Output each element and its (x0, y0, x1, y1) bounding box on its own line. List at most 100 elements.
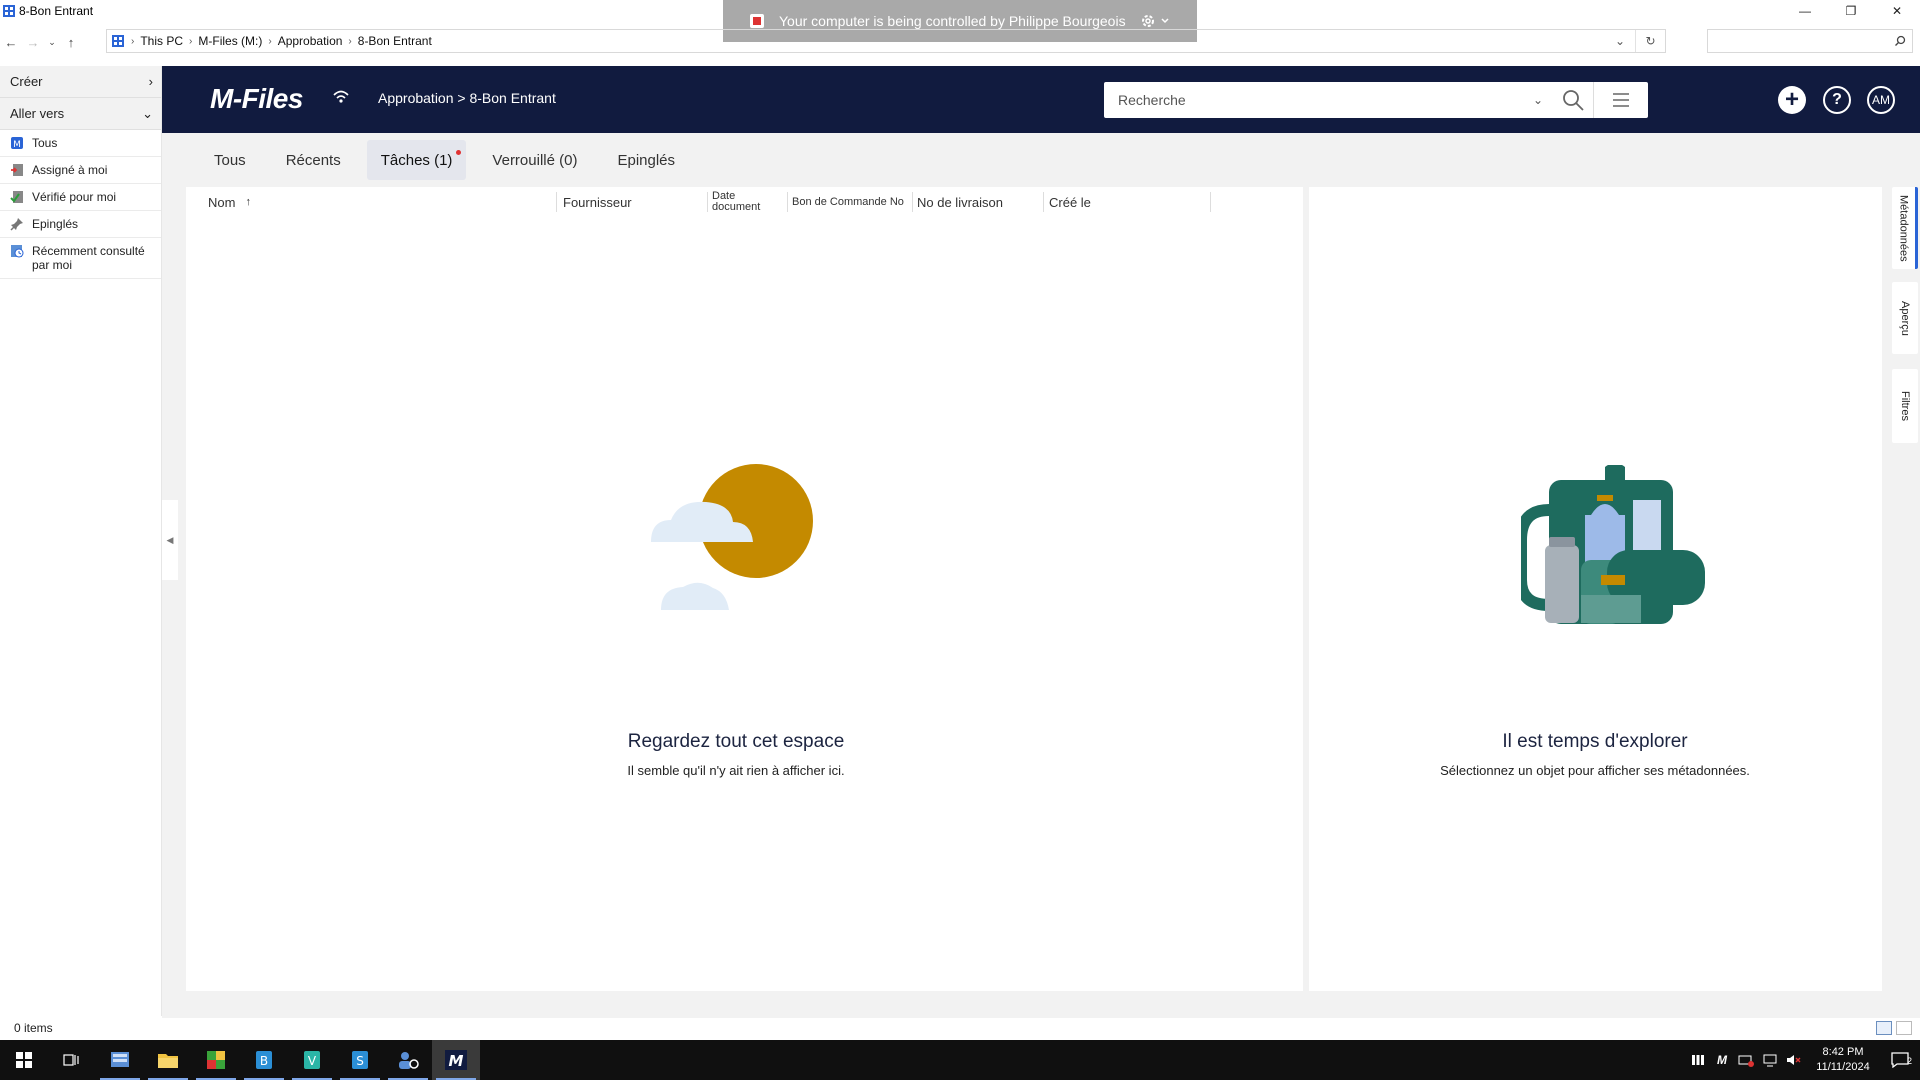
assigned-icon (11, 164, 23, 176)
column-separator[interactable] (707, 192, 708, 212)
taskbar-app-3[interactable]: V (288, 1040, 336, 1080)
status-bar: 0 items (0, 1018, 1920, 1038)
recent-icon (11, 245, 24, 258)
back-button[interactable]: ← (0, 31, 22, 53)
address-crumb-bon-entrant[interactable]: 8-Bon Entrant (358, 34, 432, 48)
address-row: ← → ⌄ ↑ › This PC › M-Files (M:) › Appro… (0, 28, 1920, 56)
tab-tous[interactable]: Tous (200, 140, 260, 180)
search-options-button[interactable]: ⌄ (1523, 93, 1553, 107)
column-separator[interactable] (912, 192, 913, 212)
forward-button[interactable]: → (22, 31, 44, 53)
details-view-button[interactable] (1876, 1021, 1892, 1035)
taskbar-app-server-manager[interactable] (96, 1040, 144, 1080)
remote-banner-text: Your computer is being controlled by Phi… (779, 13, 1126, 29)
taskbar-app-5[interactable] (384, 1040, 432, 1080)
taskbar-app-file-explorer[interactable] (144, 1040, 192, 1080)
tab-recents[interactable]: Récents (272, 140, 355, 180)
taskbar-app-1[interactable] (192, 1040, 240, 1080)
remote-settings-button[interactable] (1140, 13, 1170, 29)
help-button[interactable]: ? (1823, 86, 1851, 114)
column-header-fournisseur[interactable]: Fournisseur (563, 187, 632, 217)
goto-item-tous[interactable]: M Tous (0, 130, 161, 157)
taskbar-app-2[interactable]: B (240, 1040, 288, 1080)
breadcrumb-separator: › (348, 35, 352, 47)
tray-icon-1[interactable] (1686, 1053, 1710, 1067)
create-new-button[interactable]: + (1778, 86, 1806, 114)
taskbar-clock[interactable]: 8:42 PM 11/11/2024 (1806, 1045, 1880, 1075)
goto-item-verified[interactable]: Vérifié pour moi (0, 184, 161, 211)
system-tray: M 8:42 PM 11/11/2024 2 (1686, 1040, 1920, 1080)
tray-volume-icon[interactable] (1782, 1053, 1806, 1067)
address-crumb-mfiles[interactable]: M-Files (M:) (198, 34, 262, 48)
recent-locations-button[interactable]: ⌄ (44, 31, 60, 53)
column-header-date-document[interactable]: Date document (712, 187, 760, 217)
column-separator[interactable] (1210, 192, 1211, 212)
view-tabs: Tous Récents Tâches (1) Verrouillé (0) E… (162, 133, 1920, 187)
clock-date: 11/11/2024 (1816, 1061, 1870, 1073)
tab-epingles[interactable]: Epinglés (603, 140, 689, 180)
left-pane: Créer › Aller vers ⌄ M Tous Assigné à mo… (0, 66, 162, 1016)
up-button[interactable]: ↑ (60, 31, 82, 53)
advanced-search-button[interactable] (1594, 91, 1648, 109)
tray-network-icon[interactable] (1758, 1053, 1782, 1067)
column-header-cree-le[interactable]: Créé le (1049, 187, 1091, 217)
tab-apercu[interactable]: Aperçu (1892, 282, 1918, 354)
refresh-icon: ↻ (1645, 34, 1656, 48)
minimize-button[interactable]: — (1782, 0, 1828, 22)
create-label: Créer (10, 74, 43, 89)
create-section-header[interactable]: Créer › (0, 66, 161, 98)
empty-metadata-message: Il est temps d'explorer Sélectionnez un … (1345, 731, 1845, 778)
tab-taches[interactable]: Tâches (1) (366, 140, 467, 180)
action-center-button[interactable]: 2 (1880, 1052, 1920, 1068)
column-separator[interactable] (787, 192, 788, 212)
taskbar-app-mfiles[interactable]: M (432, 1040, 480, 1080)
empty-space-illustration (651, 464, 813, 610)
notification-count: 2 (1906, 1056, 1912, 1066)
arrow-left-icon: ← (4, 34, 18, 50)
empty-list-subtext: Il semble qu'il n'y ait rien à afficher … (627, 763, 845, 778)
goto-section-header[interactable]: Aller vers ⌄ (0, 98, 161, 130)
column-separator[interactable] (556, 192, 557, 212)
chevron-down-icon: ⌄ (1532, 93, 1544, 107)
task-view-button[interactable] (48, 1040, 96, 1080)
address-crumb-this-pc[interactable]: This PC (140, 34, 183, 48)
close-button[interactable]: ✕ (1874, 0, 1920, 22)
restore-button[interactable]: ❐ (1828, 0, 1874, 22)
taskbar-app-4[interactable]: S (336, 1040, 384, 1080)
chevron-down-icon: ⌄ (1614, 34, 1626, 48)
search-button[interactable] (1553, 88, 1593, 112)
large-icons-view-button[interactable] (1896, 1021, 1912, 1035)
mfiles-header: M-Files Approbation > 8-Bon Entrant Rech… (162, 66, 1920, 133)
goto-item-label: Epinglés (32, 217, 79, 231)
svg-text:M: M (449, 1052, 464, 1070)
goto-item-pinned[interactable]: Epinglés (0, 211, 161, 238)
user-avatar[interactable]: AM (1867, 86, 1895, 114)
column-header-bon-commande[interactable]: Bon de Commande No (792, 187, 904, 217)
collapse-left-pane-button[interactable]: ◀ (162, 500, 178, 580)
search-input[interactable]: Recherche (1104, 92, 1523, 108)
goto-item-label: Tous (32, 136, 58, 150)
mfiles-logo[interactable]: M-Files (210, 83, 303, 115)
column-separator[interactable] (1043, 192, 1044, 212)
tab-metadata[interactable]: Métadonnées (1892, 187, 1918, 269)
address-dropdown-button[interactable]: ⌄ (1605, 30, 1635, 52)
address-crumb-approbation[interactable]: Approbation (278, 34, 343, 48)
column-header-no-livraison[interactable]: No de livraison (917, 187, 1003, 217)
tab-filtres[interactable]: Filtres (1892, 369, 1918, 443)
tray-mfiles-icon[interactable]: M (1710, 1053, 1734, 1067)
goto-item-assigned[interactable]: Assigné à moi (0, 157, 161, 184)
windows-logo-icon (16, 1052, 32, 1068)
address-bar[interactable]: › This PC › M-Files (M:) › Approbation ›… (106, 29, 1666, 53)
explorer-search-input[interactable] (1707, 29, 1913, 53)
column-header-nom[interactable]: Nom ↑ (208, 187, 251, 217)
search-icon (1895, 35, 1906, 46)
sort-ascending-icon: ↑ (245, 196, 251, 208)
mfiles-search-box[interactable]: Recherche ⌄ (1104, 82, 1648, 118)
goto-item-recent[interactable]: Récemment consulté par moi (0, 238, 161, 279)
tray-icon-network-alert[interactable] (1734, 1053, 1758, 1067)
mfiles-breadcrumb[interactable]: Approbation > 8-Bon Entrant (378, 90, 556, 106)
start-button[interactable] (0, 1040, 48, 1080)
tab-verrouille[interactable]: Verrouillé (0) (478, 140, 591, 180)
refresh-button[interactable]: ↻ (1635, 30, 1665, 52)
chevron-left-icon: ◀ (166, 534, 174, 545)
